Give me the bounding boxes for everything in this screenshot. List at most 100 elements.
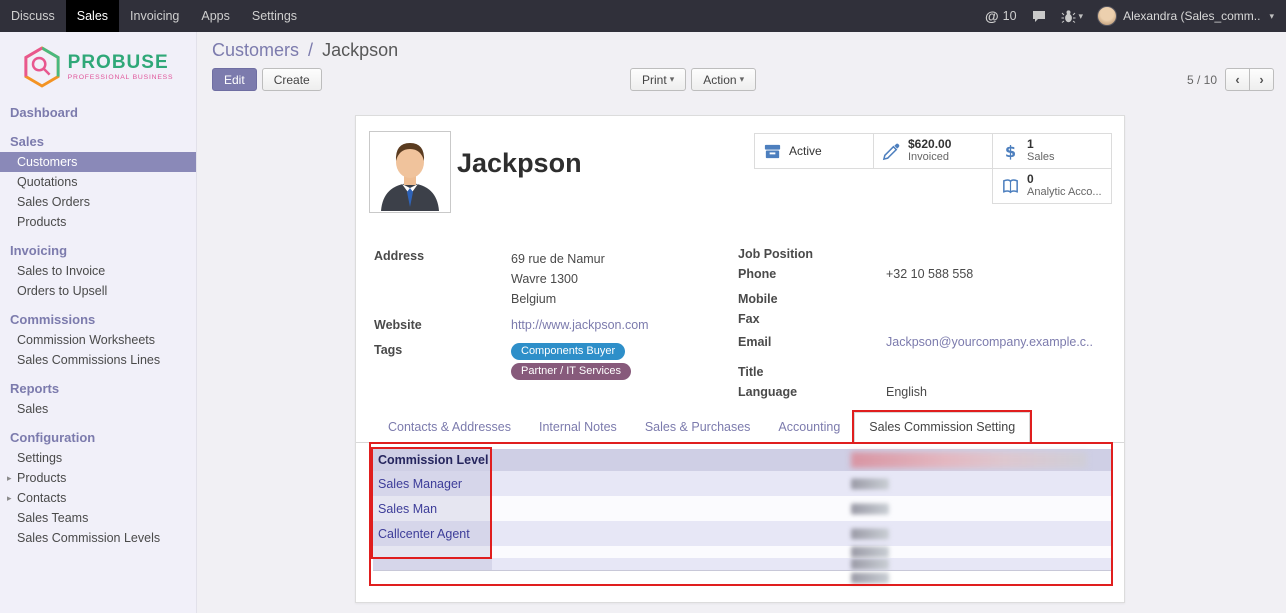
sidebar-section-invoicing[interactable]: Invoicing [0,238,196,261]
website-label: Website [374,318,511,334]
sales-count: 1 [1027,138,1055,151]
messages-icon[interactable] [1031,9,1047,24]
sidebar-item-orders-to-upsell[interactable]: Orders to Upsell [0,281,196,301]
user-menu[interactable]: Alexandra (Sales_comm.. ▾ [1097,6,1274,26]
table-row[interactable]: Sales Man [373,496,1111,521]
sidebar-section-commissions[interactable]: Commissions [0,307,196,330]
sales-stat-button[interactable]: $ 1 Sales [992,133,1112,169]
sidebar-item-quotations[interactable]: Quotations [0,172,196,192]
edit-button[interactable]: Edit [212,68,257,91]
commission-level-header[interactable]: Commission Level [373,449,492,471]
sidebar: PROBUSE PROFESSIONAL BUSINESS Dashboard … [0,32,197,613]
notebook-tabs: Contacts & Addresses Internal Notes Sale… [356,412,1124,443]
breadcrumb-customers-link[interactable]: Customers [212,40,299,60]
pager-next-button[interactable]: › [1249,68,1274,91]
tab-sales-purchases[interactable]: Sales & Purchases [631,413,765,442]
logo-subtitle: PROFESSIONAL BUSINESS [68,74,174,81]
active-stat-button[interactable]: Active [754,133,874,169]
sidebar-item-sales-to-invoice[interactable]: Sales to Invoice [0,261,196,281]
svg-text:$: $ [1005,142,1016,161]
topbar-menu-apps[interactable]: Apps [190,0,241,32]
address-city: Wavre 1300 [511,269,605,289]
invoiced-stat-button[interactable]: $620.00 Invoiced [873,133,993,169]
email-label: Email [738,335,886,351]
pager: 5 / 10 ‹ › [1187,68,1274,91]
sidebar-item-sales-orders[interactable]: Sales Orders [0,192,196,212]
topbar-menu-discuss[interactable]: Discuss [0,0,66,32]
sales-label: Sales [1027,151,1055,164]
table-row[interactable]: Sales Manager [373,471,1111,496]
website-link[interactable]: http://www.jackpson.com [511,318,649,334]
sidebar-section-reports[interactable]: Reports [0,376,196,399]
debug-bug-icon[interactable]: ▾ [1061,9,1084,23]
breadcrumb-separator: / [308,40,313,60]
main-content: Customers / Jackpson Edit Create Print ▾… [197,32,1286,613]
tab-label: Sales Commission Setting [869,420,1015,434]
topbar-menu-invoicing[interactable]: Invoicing [119,0,190,32]
print-label: Print [642,73,667,87]
tag-components-buyer[interactable]: Components Buyer [511,343,625,360]
topbar-menu-sales[interactable]: Sales [66,0,119,32]
language-label: Language [738,385,886,401]
active-stat-label: Active [789,144,822,158]
table-row-empty[interactable] [373,558,1111,570]
sidebar-item-settings[interactable]: Settings [0,448,196,468]
table-row[interactable]: Callcenter Agent [373,521,1111,546]
fields-left-column: Address 69 rue de Namur Wavre 1300 Belgi… [374,249,714,384]
table-footer-row [373,570,1111,584]
email-link[interactable]: Jackpson@yourcompany.example.c.. [886,335,1093,351]
analytic-label: Analytic Acco... [1027,186,1102,199]
analytic-accounts-stat-button[interactable]: 0 Analytic Acco... [992,168,1112,204]
print-action-buttons: Print ▾ Action ▾ [630,68,756,91]
archive-icon [763,142,782,161]
table-row-empty[interactable] [373,546,1111,558]
mentions-counter[interactable]: @ 10 [985,8,1017,24]
topbar-menu-settings[interactable]: Settings [241,0,308,32]
create-button[interactable]: Create [262,68,322,91]
phone-label: Phone [738,267,886,283]
fax-label: Fax [738,312,886,328]
tab-contacts-addresses[interactable]: Contacts & Addresses [374,413,525,442]
sidebar-item-products[interactable]: Products [0,212,196,232]
sidebar-item-customers[interactable]: Customers [0,152,196,172]
redacted-value-blur [851,528,889,539]
invoiced-label: Invoiced [908,151,951,164]
action-dropdown-button[interactable]: Action ▾ [691,68,756,91]
sidebar-item-config-products[interactable]: ▸ Products [0,468,196,488]
topbar: Discuss Sales Invoicing Apps Settings @ … [0,0,1286,32]
pager-previous-button[interactable]: ‹ [1225,68,1250,91]
analytic-count: 0 [1027,173,1102,186]
customer-photo[interactable] [369,131,451,213]
address-country: Belgium [511,289,605,309]
mention-count: 10 [1003,9,1017,23]
page: Discuss Sales Invoicing Apps Settings @ … [0,0,1286,613]
language-value: English [886,385,927,401]
print-dropdown-button[interactable]: Print ▾ [630,68,686,91]
chevron-down-icon: ▾ [1269,11,1274,22]
table-header-row: Commission Level [373,449,1111,471]
sidebar-item-sales-teams[interactable]: Sales Teams [0,508,196,528]
expand-arrow-icon: ▸ [7,493,17,504]
sidebar-section-sales[interactable]: Sales [0,129,196,152]
book-icon [1001,177,1020,196]
sidebar-section-configuration[interactable]: Configuration [0,425,196,448]
redacted-value-blur [851,572,889,583]
sidebar-item-sales-commission-levels[interactable]: Sales Commission Levels [0,528,196,548]
tab-internal-notes[interactable]: Internal Notes [525,413,631,442]
sidebar-item-config-contacts[interactable]: ▸ Contacts [0,488,196,508]
title-label: Title [738,365,886,381]
sidebar-section-dashboard[interactable]: Dashboard [0,100,196,123]
commission-level-cell: Callcenter Agent [373,521,492,546]
record-title: Jackpson [457,148,582,179]
probuse-logo: PROBUSE PROFESSIONAL BUSINESS [0,32,196,100]
tag-partner-it-services[interactable]: Partner / IT Services [511,363,631,380]
commission-table: Commission Level Sales Manager Sales Man… [373,449,1111,584]
tab-sales-commission-setting[interactable]: Sales Commission Setting [854,412,1030,443]
sidebar-item-commission-worksheets[interactable]: Commission Worksheets [0,330,196,350]
redacted-value-blur [851,503,889,514]
sidebar-item-sales-commissions-lines[interactable]: Sales Commissions Lines [0,350,196,370]
tab-accounting[interactable]: Accounting [764,413,854,442]
mobile-label: Mobile [738,292,886,308]
invoiced-amount: $620.00 [908,138,951,151]
sidebar-item-reports-sales[interactable]: Sales [0,399,196,419]
